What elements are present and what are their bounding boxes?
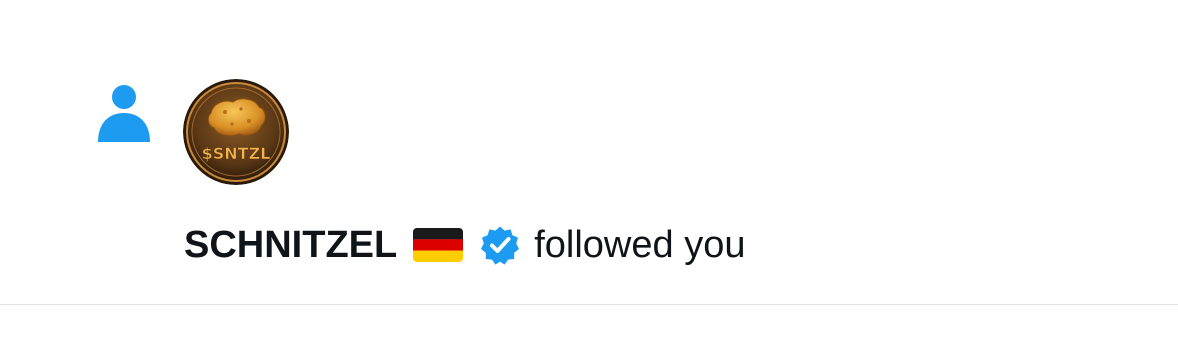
verified-badge-icon (480, 225, 520, 265)
user-display-name[interactable]: SCHNITZEL (184, 224, 397, 267)
avatar-label: $SNTZL (202, 144, 271, 163)
person-follow-icon (96, 84, 152, 144)
notification-text: SCHNITZEL followed you (184, 220, 745, 270)
divider (0, 304, 1178, 305)
germany-flag-icon (413, 228, 464, 262)
action-text: followed you (534, 223, 746, 266)
avatar[interactable]: $SNTZL (183, 79, 289, 185)
follow-notification[interactable]: $SNTZL SCHNITZEL followed you (0, 0, 1178, 305)
